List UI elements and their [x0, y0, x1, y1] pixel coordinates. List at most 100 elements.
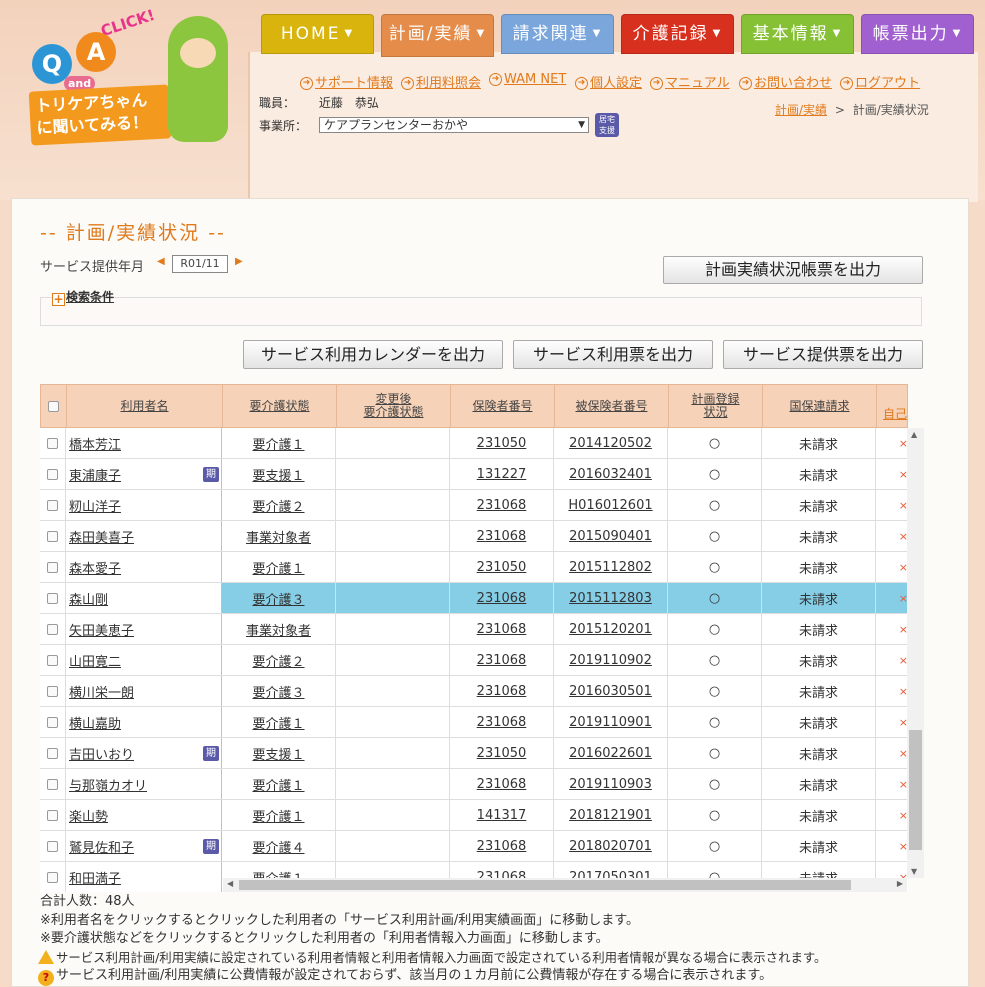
insurer-value[interactable]: 231068	[477, 653, 527, 668]
table-row[interactable]: 森山剛 要介護３ 231068 2015112803 ○ 未請求 ×	[40, 583, 908, 614]
col-user-name[interactable]: 利用者名	[67, 385, 223, 427]
scroll-left-icon[interactable]: ◀	[227, 879, 233, 888]
user-name-link[interactable]: 森山剛	[69, 589, 108, 608]
row-checkbox[interactable]	[47, 561, 58, 573]
care-value[interactable]: 要介護１	[252, 775, 304, 794]
table-row[interactable]: 橋本芳江 要介護１ 231050 2014120502 ○ 未請求 ×	[40, 428, 908, 459]
care-value[interactable]: 要介護１	[252, 558, 304, 577]
care-value[interactable]: 事業対象者	[246, 620, 311, 639]
table-row[interactable]: 楽山勢 要介護１ 141317 2018121901 ○ 未請求 ×	[40, 800, 908, 831]
insured-value[interactable]: 2014120502	[569, 436, 652, 451]
nav-tab-billing[interactable]: 請求関連 ▼	[501, 14, 614, 54]
vertical-scroll-thumb[interactable]	[909, 730, 922, 850]
user-name-link[interactable]: 鷲見佐和子	[69, 837, 134, 856]
nav-tab-reports[interactable]: 帳票出力 ▼	[861, 14, 974, 54]
nav-tab-home[interactable]: HOME ▼	[261, 14, 374, 54]
row-checkbox[interactable]	[47, 654, 58, 666]
insured-value[interactable]: H016012601	[568, 498, 652, 513]
care-value[interactable]: 事業対象者	[246, 527, 311, 546]
row-checkbox[interactable]	[47, 530, 58, 542]
insured-value[interactable]: 2016022601	[569, 746, 652, 761]
insured-value[interactable]: 2018020701	[569, 839, 652, 854]
col-care-level[interactable]: 要介護状態	[223, 385, 337, 427]
care-value[interactable]: 要支援１	[252, 744, 304, 763]
prev-month-icon[interactable]: ◀	[157, 256, 165, 267]
scroll-down-icon[interactable]: ▼	[911, 867, 917, 876]
user-name-link[interactable]: 橋本芳江	[69, 434, 121, 453]
user-name-link[interactable]: 楽山勢	[69, 806, 108, 825]
table-row[interactable]: 吉田いおり 期 要支援１ 231050 2016022601 ○ 未請求 ×	[40, 738, 908, 769]
insurer-value[interactable]: 231050	[477, 746, 527, 761]
next-month-icon[interactable]: ▶	[235, 256, 243, 267]
user-name-link[interactable]: 東浦康子	[69, 465, 121, 484]
table-row[interactable]: 山田寛二 要介護２ 231068 2019110902 ○ 未請求 ×	[40, 645, 908, 676]
office-select[interactable]: ケアプランセンターおかや ▼	[319, 117, 589, 133]
row-checkbox[interactable]	[47, 840, 58, 852]
user-name-link[interactable]: 横川栄一朗	[69, 682, 134, 701]
insurer-value[interactable]: 231068	[477, 777, 527, 792]
user-name-link[interactable]: 吉田いおり	[69, 744, 134, 763]
link-contact[interactable]: ➜ お問い合わせ	[739, 72, 832, 91]
row-checkbox[interactable]	[47, 592, 58, 604]
care-value[interactable]: 要介護１	[252, 434, 304, 453]
nav-tab-basic-info[interactable]: 基本情報 ▼	[741, 14, 854, 54]
col-claim-status[interactable]: 国保連請求	[763, 385, 877, 427]
month-input[interactable]: R01/11	[172, 255, 228, 273]
row-checkbox[interactable]	[47, 871, 58, 883]
col-changed-care-level[interactable]: 変更後 要介護状態	[337, 385, 451, 427]
horizontal-scroll-thumb[interactable]	[239, 880, 851, 890]
user-name-link[interactable]: 横山嘉助	[69, 713, 121, 732]
search-conditions-toggle[interactable]: + 検索条件	[52, 288, 114, 306]
insurer-value[interactable]: 231068	[477, 839, 527, 854]
insurer-value[interactable]: 231068	[477, 591, 527, 606]
col-plan-status[interactable]: 計画登録 状況	[669, 385, 763, 427]
user-name-link[interactable]: 矢田美恵子	[69, 620, 134, 639]
usage-ticket-button[interactable]: サービス利用票を出力	[513, 340, 713, 369]
user-name-link[interactable]: 森本愛子	[69, 558, 121, 577]
table-row[interactable]: 籾山洋子 要介護２ 231068 H016012601 ○ 未請求 ×	[40, 490, 908, 521]
select-all-checkbox[interactable]	[48, 400, 59, 412]
link-personal-settings[interactable]: ➜ 個人設定	[575, 72, 642, 91]
row-checkbox[interactable]	[47, 778, 58, 790]
table-row[interactable]: 矢田美恵子 事業対象者 231068 2015120201 ○ 未請求 ×	[40, 614, 908, 645]
scroll-right-icon[interactable]: ▶	[897, 879, 903, 888]
insured-value[interactable]: 2019110901	[569, 715, 652, 730]
user-name-link[interactable]: 和田満子	[69, 868, 121, 887]
care-value[interactable]: 要介護３	[252, 589, 304, 608]
link-support[interactable]: ➜ サポート情報	[300, 72, 393, 91]
care-value[interactable]: 要介護３	[252, 682, 304, 701]
table-row[interactable]: 与那嶺カオリ 要介護１ 231068 2019110903 ○ 未請求 ×	[40, 769, 908, 800]
care-value[interactable]: 要介護２	[252, 651, 304, 670]
link-logout[interactable]: ➜ ログアウト	[840, 72, 920, 91]
care-value[interactable]: 要介護１	[252, 713, 304, 732]
col-insured-number[interactable]: 被保険者番号	[555, 385, 669, 427]
col-insurer-number[interactable]: 保険者番号	[451, 385, 555, 427]
link-wam-net[interactable]: ➜ WAM NET	[489, 72, 566, 87]
vertical-scrollbar[interactable]: ▲ ▼	[907, 428, 924, 878]
insured-value[interactable]: 2015090401	[569, 529, 652, 544]
insurer-value[interactable]: 231068	[477, 529, 527, 544]
table-row[interactable]: 森本愛子 要介護１ 231050 2015112802 ○ 未請求 ×	[40, 552, 908, 583]
table-row[interactable]: 鷲見佐和子 期 要介護４ 231068 2018020701 ○ 未請求 ×	[40, 831, 908, 862]
insured-value[interactable]: 2019110902	[569, 653, 652, 668]
care-value[interactable]: 要介護２	[252, 496, 304, 515]
row-checkbox[interactable]	[47, 468, 58, 480]
insured-value[interactable]: 2019110903	[569, 777, 652, 792]
care-value[interactable]: 要介護４	[252, 837, 304, 856]
insurer-value[interactable]: 141317	[477, 808, 527, 823]
horizontal-scrollbar[interactable]: ◀ ▶	[223, 878, 907, 892]
row-checkbox[interactable]	[47, 437, 58, 449]
insurer-value[interactable]: 231068	[477, 498, 527, 513]
insured-value[interactable]: 2016030501	[569, 684, 652, 699]
user-name-link[interactable]: 与那嶺カオリ	[69, 775, 147, 794]
print-status-button[interactable]: 計画実績状況帳票を出力	[663, 256, 923, 284]
scroll-up-icon[interactable]: ▲	[911, 430, 917, 439]
table-row[interactable]: 横山嘉助 要介護１ 231068 2019110901 ○ 未請求 ×	[40, 707, 908, 738]
nav-tab-care-record[interactable]: 介護記録 ▼	[621, 14, 734, 54]
insurer-value[interactable]: 231050	[477, 560, 527, 575]
insurer-value[interactable]: 131227	[477, 467, 527, 482]
insurer-value[interactable]: 231068	[477, 715, 527, 730]
insured-value[interactable]: 2015112803	[569, 591, 652, 606]
table-row[interactable]: 横川栄一朗 要介護３ 231068 2016030501 ○ 未請求 ×	[40, 676, 908, 707]
insurer-value[interactable]: 231068	[477, 622, 527, 637]
